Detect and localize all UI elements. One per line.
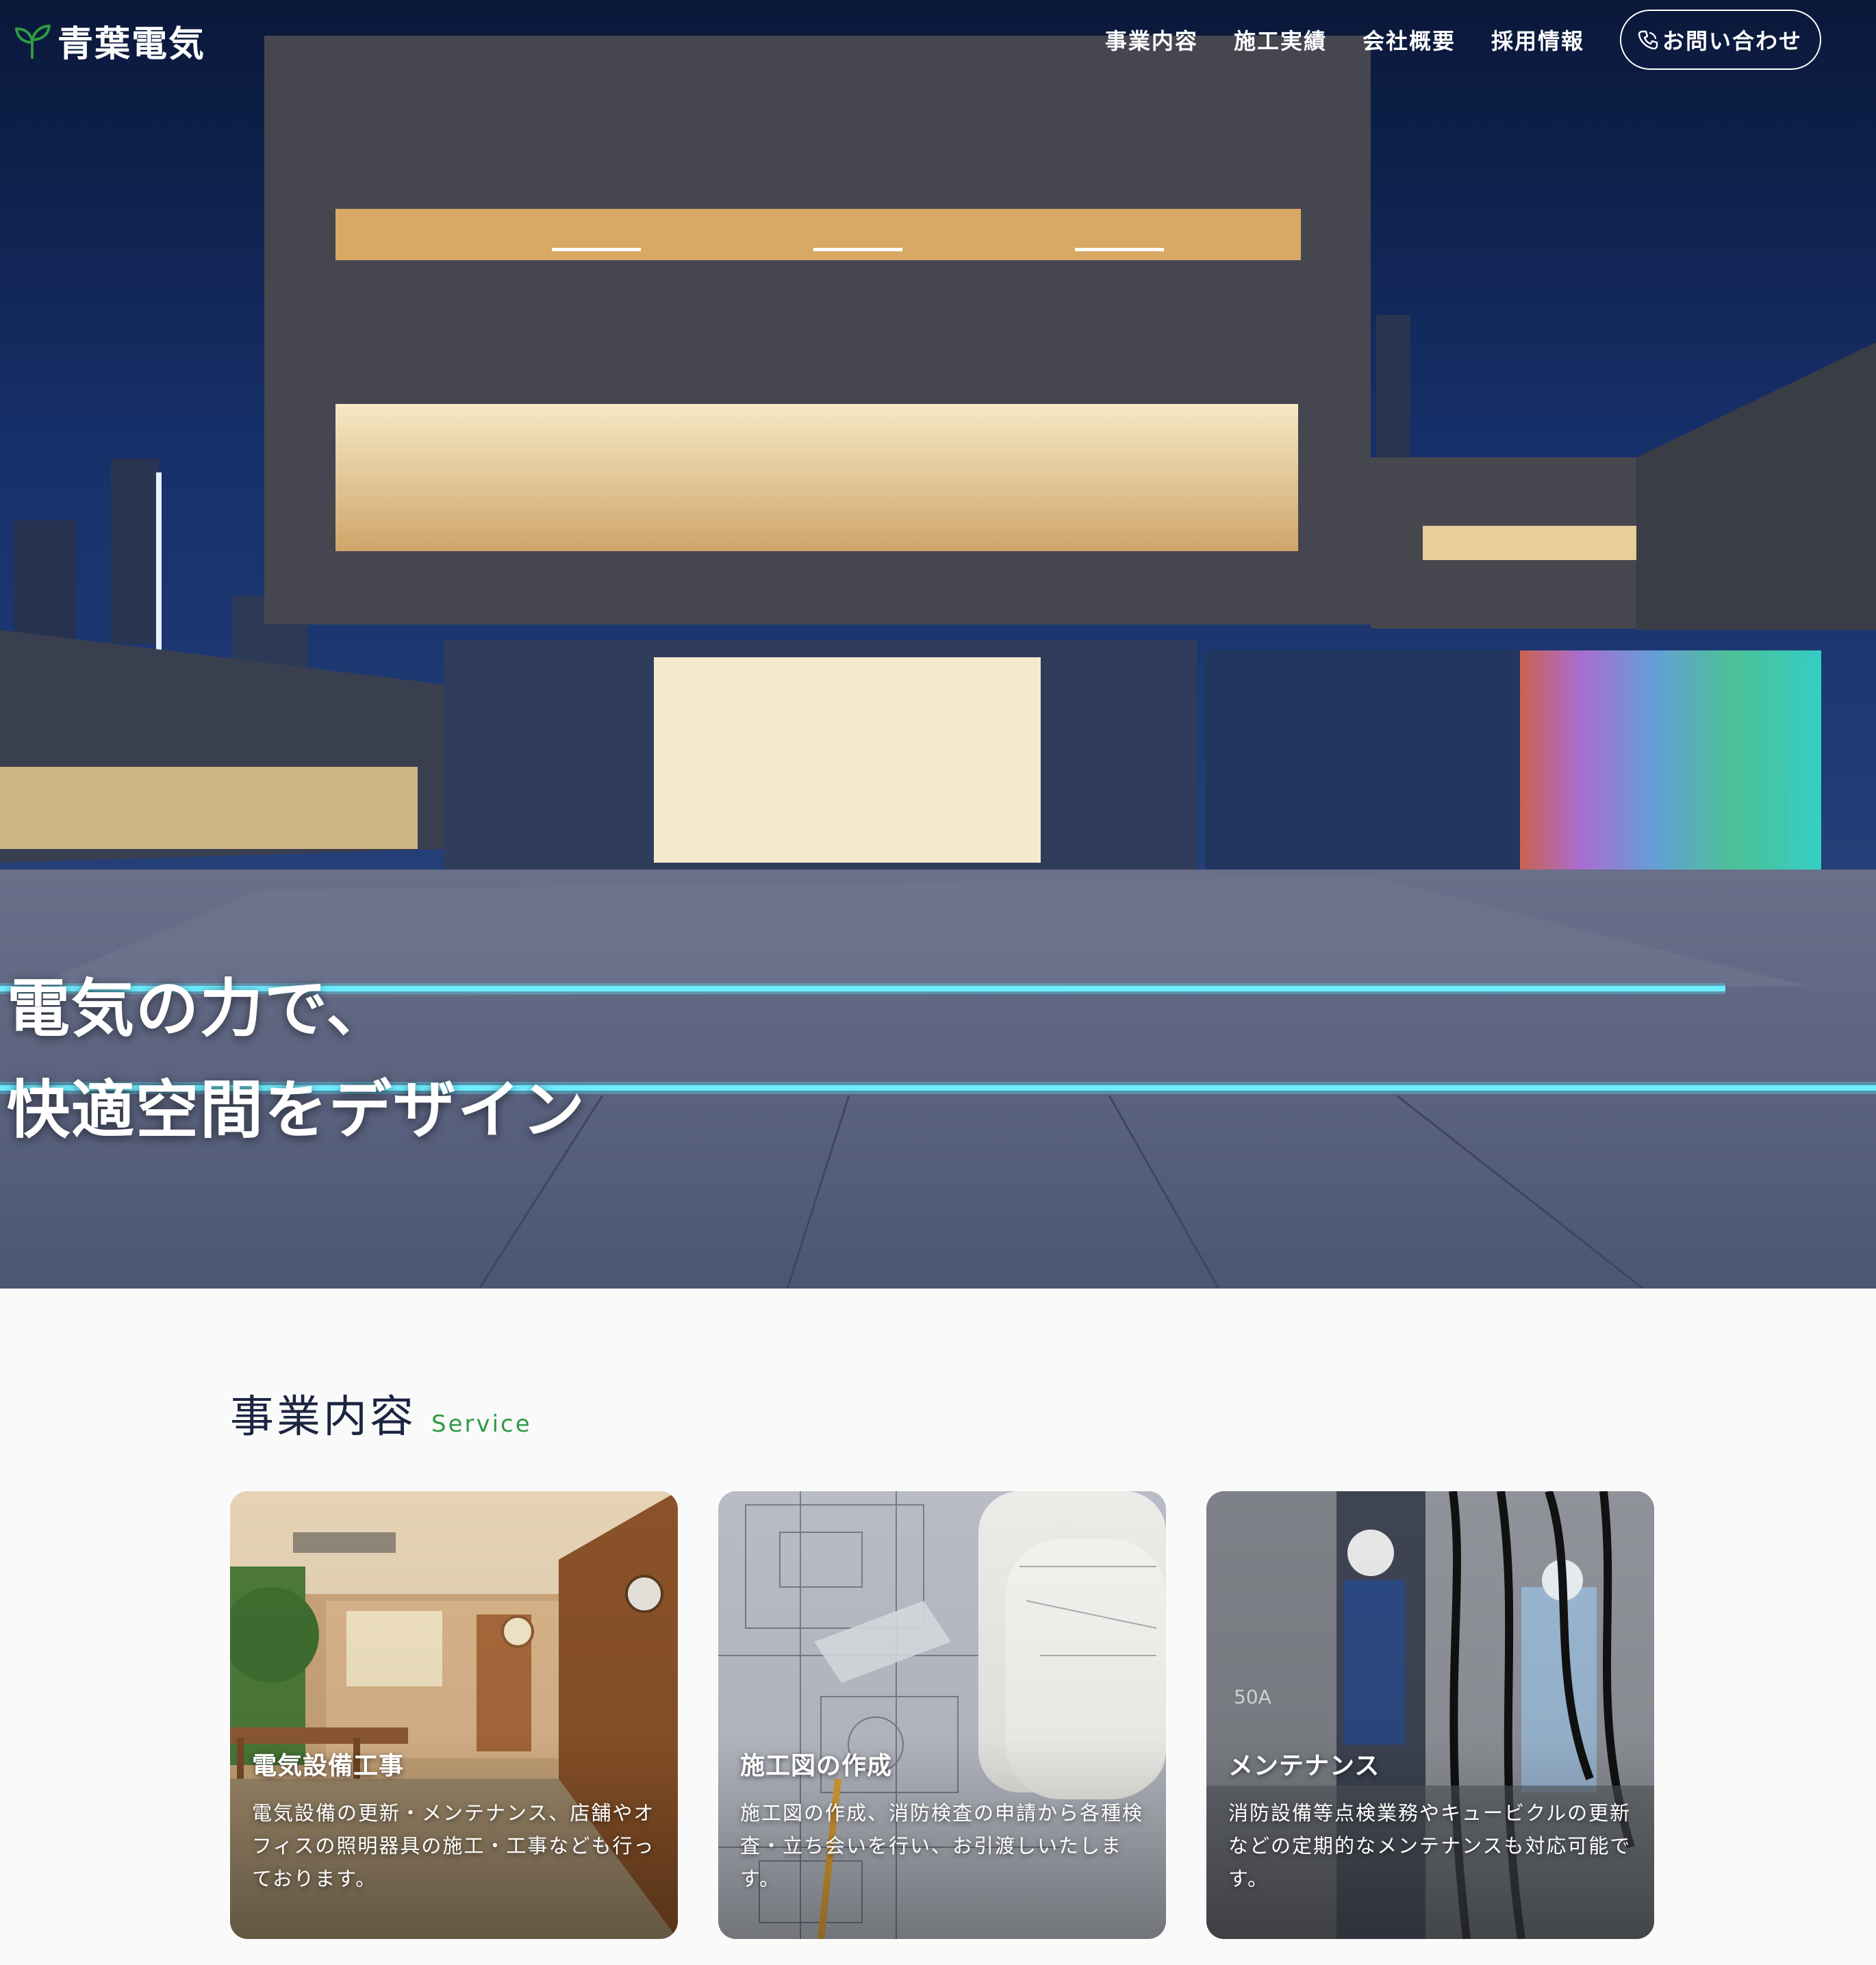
- page: 青葉電気 事業内容 施工実績 会社概要 採用情報 お問い合わせ 電気の力で、 快…: [0, 0, 1876, 1965]
- section-heading-en: Service: [431, 1410, 532, 1438]
- service-card-drawings[interactable]: 施工図の作成 施工図の作成、消防検査の申請から各種検査・立ち会いを行い、お引渡し…: [718, 1491, 1166, 1939]
- card-description: 電気設備の更新・メンテナンス、店舗やオフィスの照明器具の施工・工事なども行ってお…: [252, 1801, 655, 1890]
- card-title: 施工図の作成: [740, 1752, 893, 1780]
- site-header: 青葉電気 事業内容 施工実績 会社概要 採用情報 お問い合わせ: [0, 0, 1876, 81]
- service-card-electrical[interactable]: 電気設備工事 電気設備の更新・メンテナンス、店舗やオフィスの照明器具の施工・工事…: [230, 1491, 678, 1939]
- contact-button[interactable]: お問い合わせ: [1619, 10, 1821, 70]
- logo[interactable]: 青葉電気: [12, 19, 205, 65]
- main-nav: 事業内容 施工実績 会社概要 採用情報 お問い合わせ: [1105, 8, 1821, 71]
- card-title: 電気設備工事: [252, 1752, 405, 1780]
- nav-item-recruit[interactable]: 採用情報: [1491, 24, 1584, 55]
- sprout-icon: [15, 25, 51, 59]
- hero-headline-line-2: 快適空間をデザイン: [7, 1074, 587, 1147]
- section-heading: 事業内容 Service: [230, 1382, 532, 1445]
- hero-section: 青葉電気 事業内容 施工実績 会社概要 採用情報 お問い合わせ 電気の力で、 快…: [0, 0, 1876, 1289]
- service-card-maintenance[interactable]: 50A メンテナンス 消防設備等点検業務やキュービクルの更新などの定期的なメンテ…: [1206, 1491, 1654, 1939]
- nav-item-works[interactable]: 施工実績: [1234, 24, 1327, 55]
- hero-headline-line-1: 電気の力で、: [7, 972, 391, 1045]
- hero-headline: 電気の力で、 快適空間をデザイン: [7, 959, 586, 1161]
- card-description: 施工図の作成、消防検査の申請から各種検査・立ち会いを行い、お引渡しいたします。: [740, 1801, 1144, 1890]
- nav-item-service[interactable]: 事業内容: [1105, 24, 1198, 55]
- nav-item-company[interactable]: 会社概要: [1362, 24, 1456, 55]
- card-title: メンテナンス: [1228, 1752, 1380, 1780]
- section-heading-ja: 事業内容: [230, 1392, 416, 1443]
- phone-icon: [1638, 30, 1658, 50]
- contact-button-label: お問い合わせ: [1662, 28, 1802, 54]
- logo-text: 青葉電気: [58, 23, 206, 65]
- card-description: 消防設備等点検業務やキュービクルの更新などの定期的なメンテナンスも対応可能です。: [1228, 1801, 1632, 1890]
